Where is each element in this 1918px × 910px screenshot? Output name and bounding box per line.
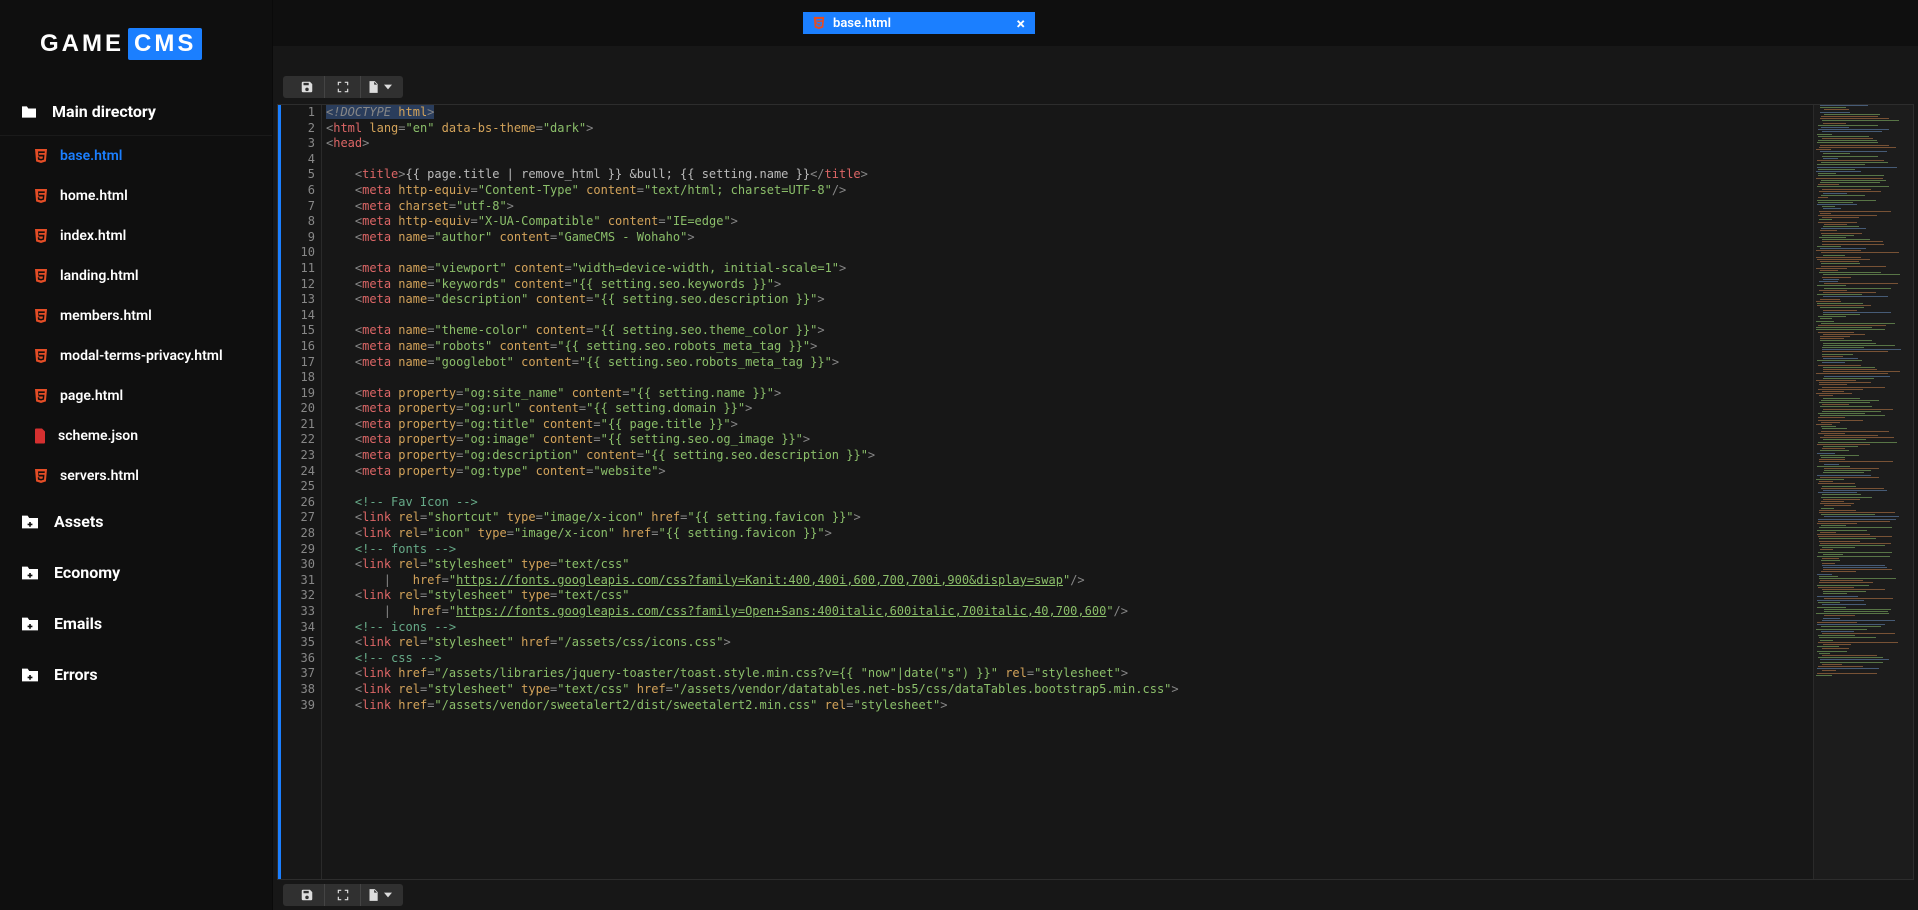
file-item-modal-terms-privacy-html[interactable]: modal-terms-privacy.html <box>0 336 272 376</box>
save-button-bottom[interactable] <box>289 884 325 906</box>
file-item-base-html[interactable]: base.html <box>0 136 272 176</box>
tree-header-main-directory[interactable]: Main directory <box>0 88 272 136</box>
file-label: page.html <box>60 388 123 404</box>
folder-assets[interactable]: Assets <box>0 496 272 547</box>
html5-icon <box>34 308 48 324</box>
save-button[interactable] <box>289 76 325 98</box>
folder-emails[interactable]: Emails <box>0 598 272 649</box>
file-label: scheme.json <box>58 428 138 444</box>
logo: GAME CMS <box>0 0 272 88</box>
file-item-servers-html[interactable]: servers.html <box>0 456 272 496</box>
file-label: modal-terms-privacy.html <box>60 348 223 364</box>
file-item-page-html[interactable]: page.html <box>0 376 272 416</box>
save-icon <box>300 888 314 902</box>
file-menu-button-bottom[interactable] <box>361 884 397 906</box>
folder-icon <box>20 105 38 119</box>
minimap[interactable] <box>1813 105 1913 879</box>
tab-base-html[interactable]: base.html × <box>803 12 1035 34</box>
folder-label: Emails <box>54 614 102 633</box>
logo-part2: CMS <box>128 28 202 60</box>
file-item-scheme-json[interactable]: scheme.json <box>0 416 272 456</box>
editor-toolbar-top <box>283 76 403 98</box>
folder-plus-icon <box>20 616 40 632</box>
fullscreen-button-bottom[interactable] <box>325 884 361 906</box>
chevron-down-icon <box>384 83 392 91</box>
file-list: base.html home.html index.html landing.html… <box>0 136 272 496</box>
file-label: home.html <box>60 188 128 204</box>
sidebar: GAME CMS Main directory base.html home.ht… <box>0 0 273 910</box>
html5-icon <box>34 268 48 284</box>
file-label: members.html <box>60 308 152 324</box>
line-number-gutter: 1234567891011121314151617181920212223242… <box>278 105 322 879</box>
file-icon <box>34 428 46 444</box>
html5-icon <box>34 188 48 204</box>
html5-icon <box>34 228 48 244</box>
bottom-bar <box>273 880 1918 910</box>
html5-icon <box>34 388 48 404</box>
chevron-down-icon <box>384 891 392 899</box>
file-item-members-html[interactable]: members.html <box>0 296 272 336</box>
folder-list: Assets Economy Emails Errors <box>0 496 272 700</box>
html5-icon <box>34 468 48 484</box>
file-icon <box>366 80 380 94</box>
file-label: index.html <box>60 228 126 244</box>
folder-errors[interactable]: Errors <box>0 649 272 700</box>
logo-part1: GAME <box>40 30 124 58</box>
folder-plus-icon <box>20 514 40 530</box>
fullscreen-button[interactable] <box>325 76 361 98</box>
fullscreen-icon <box>336 888 350 902</box>
file-item-index-html[interactable]: index.html <box>0 216 272 256</box>
close-icon[interactable]: × <box>1017 14 1026 33</box>
tree-header-label: Main directory <box>52 102 156 121</box>
code-area[interactable]: <!DOCTYPE html><html lang="en" data-bs-t… <box>322 105 1813 879</box>
file-label: servers.html <box>60 468 139 484</box>
tab-bar: base.html × <box>273 0 1918 46</box>
file-menu-button[interactable] <box>361 76 397 98</box>
file-label: landing.html <box>60 268 139 284</box>
code-editor[interactable]: 1234567891011121314151617181920212223242… <box>277 104 1914 880</box>
file-label: base.html <box>60 148 122 164</box>
html5-icon <box>813 16 825 30</box>
html5-icon <box>34 348 48 364</box>
tab-label: base.html <box>833 16 891 31</box>
folder-plus-icon <box>20 565 40 581</box>
save-icon <box>300 80 314 94</box>
html5-icon <box>34 148 48 164</box>
folder-plus-icon <box>20 667 40 683</box>
folder-label: Economy <box>54 563 120 582</box>
fullscreen-icon <box>336 80 350 94</box>
main: base.html × 1234567891011121314151617181… <box>273 0 1918 910</box>
folder-label: Assets <box>54 512 103 531</box>
editor-toolbar-bottom <box>283 884 403 906</box>
folder-label: Errors <box>54 665 98 684</box>
folder-economy[interactable]: Economy <box>0 547 272 598</box>
file-item-home-html[interactable]: home.html <box>0 176 272 216</box>
file-item-landing-html[interactable]: landing.html <box>0 256 272 296</box>
file-icon <box>366 888 380 902</box>
